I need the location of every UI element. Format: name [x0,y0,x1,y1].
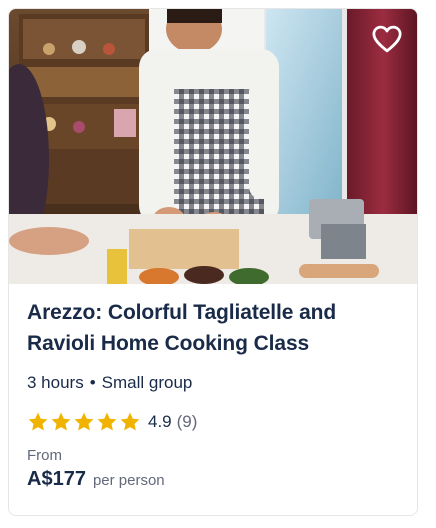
cooking-class-image [9,9,417,284]
activity-card[interactable]: Arezzo: Colorful Tagliatelle and Ravioli… [8,8,418,516]
heart-outline-icon [372,25,402,53]
star-icon [28,412,48,431]
star-icon [120,412,140,431]
star-icon [97,412,117,431]
price-row: A$177 per person [27,468,403,491]
rating: 4.9 (9) [27,411,403,433]
rating-stars [27,411,141,433]
activity-title[interactable]: Arezzo: Colorful Tagliatelle and Ravioli… [27,297,403,359]
card-content: Arezzo: Colorful Tagliatelle and Ravioli… [27,297,403,491]
activity-photo[interactable] [9,9,417,284]
price-unit: per person [92,472,165,489]
star-icon [74,412,94,431]
activity-meta: 3 hours • Small group [27,373,403,393]
star-icon [51,412,71,431]
duration-text: 3 hours [27,373,84,392]
group-size-text: Small group [101,373,193,392]
review-count[interactable]: (9) [177,412,198,432]
price-prefix: From [27,447,62,464]
rating-score: 4.9 [148,412,172,431]
price-value: A$177 [27,468,86,490]
wishlist-button[interactable] [369,21,405,57]
meta-separator: • [89,373,96,392]
